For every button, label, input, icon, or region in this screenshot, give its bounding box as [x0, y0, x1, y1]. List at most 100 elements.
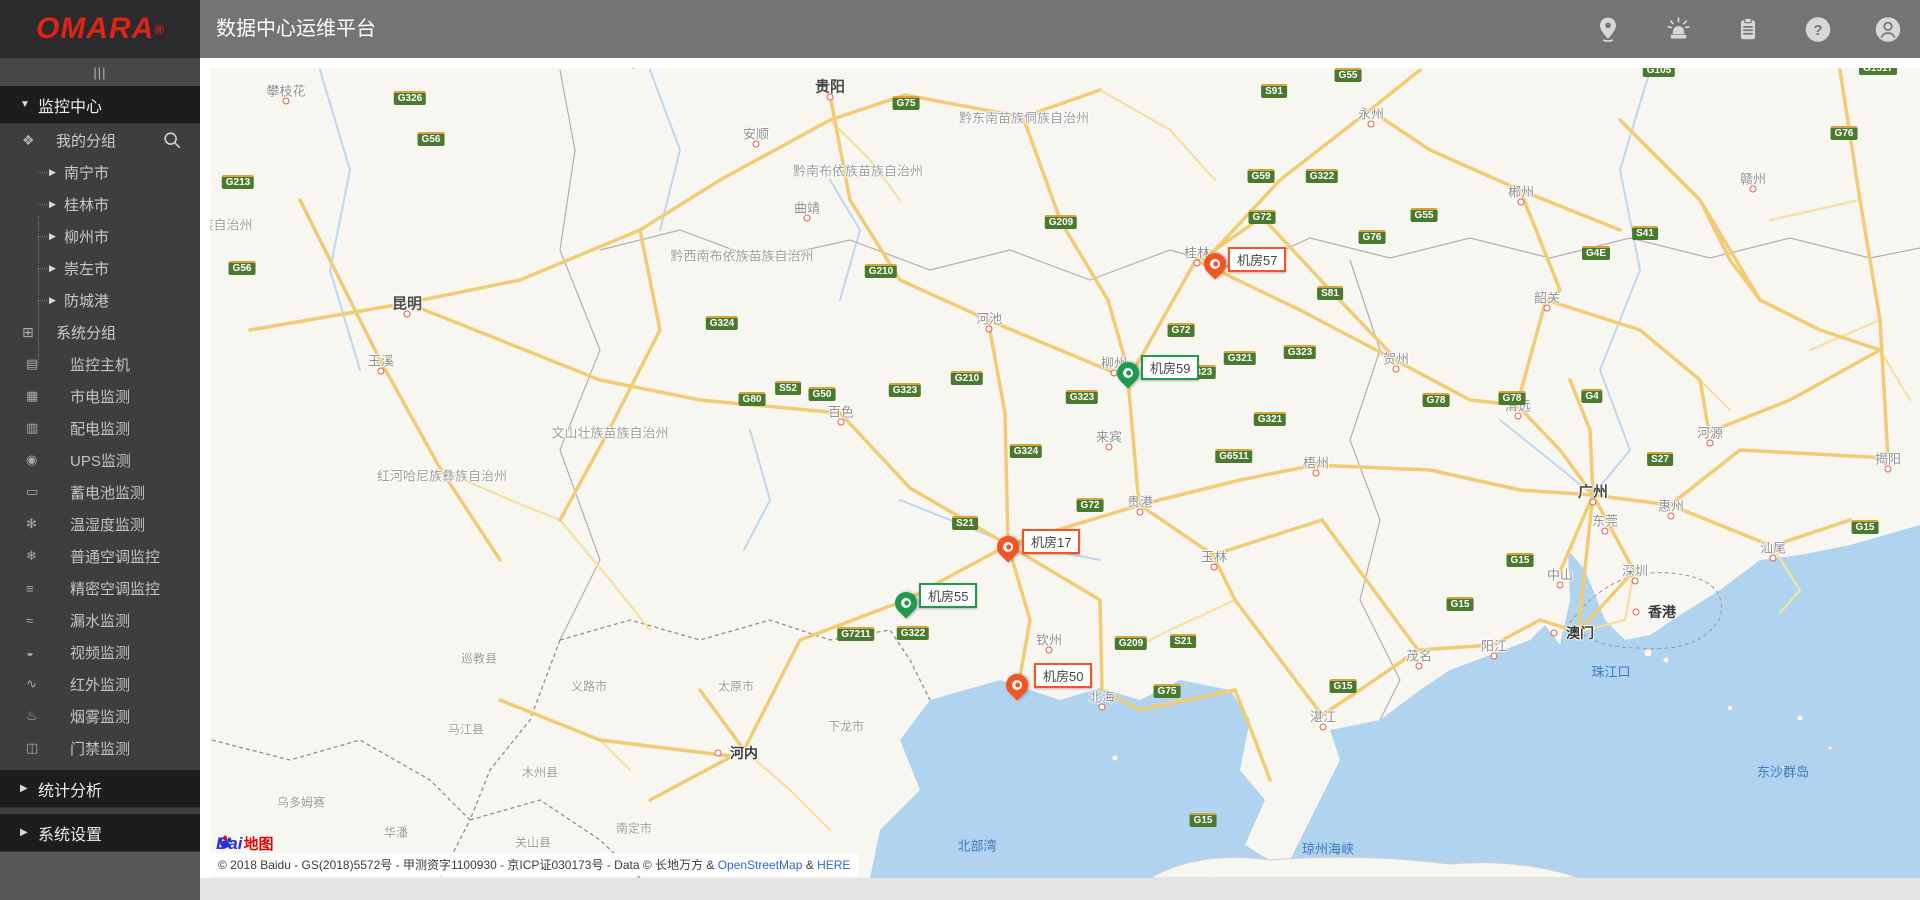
sidebar-item-video[interactable]: ◒视频监测: [0, 636, 200, 668]
section-label: 系统设置: [38, 821, 102, 845]
sidebar-item-precision-ac[interactable]: ≡精密空调监控: [0, 572, 200, 604]
pin-dot: [902, 599, 909, 606]
chevron-right-icon: ▶: [20, 783, 38, 794]
sidebar-collapse-handle[interactable]: |||: [0, 58, 200, 86]
sidebar-footer-area: [0, 852, 200, 900]
chevron-right-icon: ▶: [49, 263, 56, 274]
video-icon: ◒: [26, 645, 34, 660]
infrared-icon: ∿: [26, 676, 37, 692]
pin-dot: [1211, 260, 1218, 267]
monitor-item-label: 漏水监测: [0, 610, 130, 631]
here-link[interactable]: HERE: [817, 858, 850, 872]
sidebar-item-battery[interactable]: ▭蓄电池监测: [0, 476, 200, 508]
monitor-item-label: 门禁监测: [0, 738, 130, 759]
ups-icon: ◉: [26, 452, 37, 468]
sidebar-tree-item[interactable]: ▶柳州市: [0, 220, 200, 252]
pin-hole: [899, 595, 913, 609]
sidebar-menu: ❖ 我的分组 ▶南宁市▶桂林市▶柳州市▶崇左市▶防城港 ⊞ 系统分组 ▤监控主机…: [0, 124, 200, 764]
search-icon[interactable]: [162, 130, 182, 154]
host-icon: ▤: [26, 356, 38, 372]
section-label: 统计分析: [38, 777, 102, 801]
chevron-right-icon: ▶: [49, 167, 56, 178]
sidebar-item-power-distribution[interactable]: ▥配电监测: [0, 412, 200, 444]
map-artwork: [210, 68, 1920, 878]
pin-hole: [1001, 539, 1015, 553]
group-badge-icon: ❖: [22, 132, 35, 149]
chevron-right-icon: ▶: [49, 199, 56, 210]
monitor-item-label: 蓄电池监测: [0, 482, 145, 503]
sidebar-item-my-groups[interactable]: ❖ 我的分组: [0, 124, 200, 156]
sidebar-item-ac[interactable]: ❄普通空调监控: [0, 540, 200, 572]
sidebar-section-settings[interactable]: ▶ 系统设置: [0, 814, 200, 852]
system-group-label: 系统分组: [0, 322, 116, 343]
precision-ac-icon: ≡: [26, 581, 34, 596]
ac-icon: ❄: [26, 548, 37, 564]
my-groups-label: 我的分组: [0, 130, 116, 151]
sidebar-item-temp-humidity[interactable]: ✻温湿度监测: [0, 508, 200, 540]
smoke-icon: ♨: [26, 708, 38, 724]
chevron-right-icon: ▶: [49, 231, 56, 242]
pin-dot: [1124, 369, 1131, 376]
report-icon[interactable]: [1734, 15, 1762, 43]
battery-icon: ▭: [26, 484, 38, 500]
monitor-item-label: 市电监测: [0, 386, 130, 407]
logo-text: OMARA: [36, 12, 154, 46]
monitor-item-label: 红外监测: [0, 674, 130, 695]
monitor-item-list: ▤监控主机▦市电监测▥配电监测◉UPS监测▭蓄电池监测✻温湿度监测❄普通空调监控…: [0, 348, 200, 764]
room-marker-label[interactable]: 机房50: [1034, 663, 1092, 688]
sidebar-section-statistics[interactable]: ▶ 统计分析: [0, 770, 200, 808]
monitor-item-label: 温湿度监测: [0, 514, 145, 535]
temp-humidity-icon: ✻: [26, 516, 37, 532]
city-group-tree: ▶南宁市▶桂林市▶柳州市▶崇左市▶防城港: [0, 156, 200, 316]
attribution-text: © 2018 Baidu - GS(2018)5572号 - 甲测资字11009…: [218, 858, 718, 872]
page-title: 数据中心运维平台: [200, 0, 1594, 58]
pin-hole: [1010, 677, 1024, 691]
room-marker-label[interactable]: 机房55: [919, 583, 977, 608]
monitor-item-label: UPS监测: [0, 450, 131, 471]
sidebar-item-ups[interactable]: ◉UPS监测: [0, 444, 200, 476]
sidebar-item-host[interactable]: ▤监控主机: [0, 348, 200, 380]
sidebar-item-water-leak[interactable]: ≈漏水监测: [0, 604, 200, 636]
logo-registered-mark: ®: [154, 22, 164, 37]
sidebar-item-smoke[interactable]: ♨烟雾监测: [0, 700, 200, 732]
monitor-item-label: 配电监测: [0, 418, 130, 439]
brand-logo: OMARA®: [0, 0, 200, 58]
sidebar-item-system-group[interactable]: ⊞ 系统分组: [0, 316, 200, 348]
main-content: 贵阳昆明广州香港澳门河内攀枝花六盘水安顺曲靖玉溪河池百色来宾贵港玉林梧州贺州郴州…: [200, 58, 1920, 900]
sidebar-item-door-access[interactable]: ◫门禁监测: [0, 732, 200, 764]
room-marker-label[interactable]: 机房17: [1022, 529, 1080, 554]
sidebar-tree-item[interactable]: ▶南宁市: [0, 156, 200, 188]
section-label: 监控中心: [38, 93, 102, 117]
monitor-item-label: 普通空调监控: [0, 546, 160, 567]
sidebar: ||| ▼ 监控中心 ❖ 我的分组 ▶南宁市▶桂林市▶柳州市▶崇左市▶防城港 ⊞…: [0, 58, 200, 900]
sidebar-tree-item[interactable]: ▶桂林市: [0, 188, 200, 220]
room-marker-label[interactable]: 机房57: [1228, 247, 1286, 272]
user-icon[interactable]: [1874, 15, 1902, 43]
monitor-item-label: 监控主机: [0, 354, 130, 375]
sidebar-item-infrared[interactable]: ∿红外监测: [0, 668, 200, 700]
alarm-icon[interactable]: [1664, 15, 1692, 43]
power-distribution-icon: ▥: [26, 420, 38, 436]
baidu-paw-icon: [216, 833, 234, 851]
monitor-item-label: 精密空调监控: [0, 578, 160, 599]
monitor-item-label: 视频监测: [0, 642, 130, 663]
door-access-icon: ◫: [26, 740, 38, 756]
bottom-strip: [200, 878, 1920, 900]
sidebar-tree-item[interactable]: ▶崇左市: [0, 252, 200, 284]
sidebar-section-monitor-center[interactable]: ▼ 监控中心: [0, 86, 200, 124]
room-marker-label[interactable]: 机房59: [1141, 355, 1199, 380]
sidebar-tree-item[interactable]: ▶防城港: [0, 284, 200, 316]
baidu-map-canvas[interactable]: 贵阳昆明广州香港澳门河内攀枝花六盘水安顺曲靖玉溪河池百色来宾贵港玉林梧州贺州郴州…: [210, 68, 1920, 878]
baidu-map-logo: Bai 地图: [216, 833, 273, 854]
openstreetmap-link[interactable]: OpenStreetMap: [718, 858, 803, 872]
sidebar-item-mains-power[interactable]: ▦市电监测: [0, 380, 200, 412]
top-header: OMARA® 数据中心运维平台 ?: [0, 0, 1920, 58]
pin-hole: [1208, 256, 1222, 270]
grid-icon: ⊞: [22, 324, 34, 341]
pin-dot: [1004, 543, 1011, 550]
header-icon-group: ?: [1594, 0, 1920, 58]
help-icon[interactable]: ?: [1804, 15, 1832, 43]
chevron-down-icon: ▼: [20, 99, 38, 110]
mains-power-icon: ▦: [26, 388, 38, 404]
location-icon[interactable]: [1594, 15, 1622, 43]
